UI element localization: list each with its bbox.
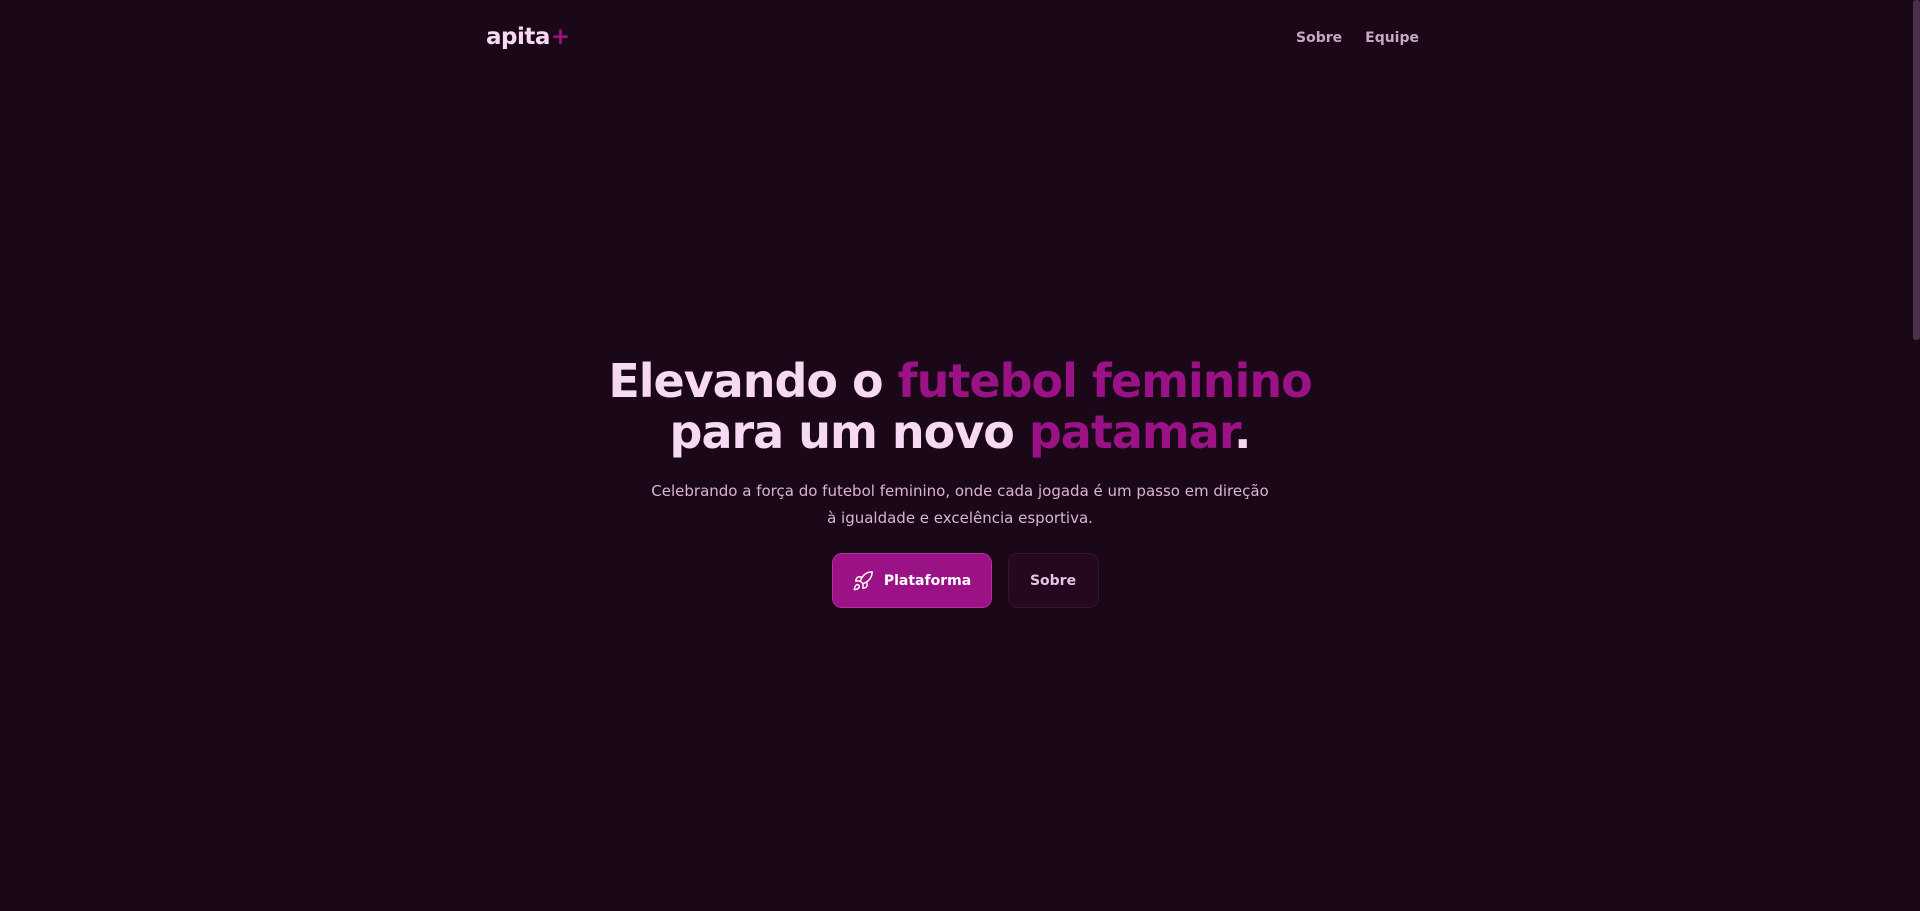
hero-headline: Elevando o futebol feminino para um novo… [0,356,1920,458]
nav-link-about[interactable]: Sobre [1296,30,1342,46]
about-button-label: Sobre [1029,572,1077,589]
about-button[interactable]: Sobre [1007,553,1099,608]
rocket-icon [852,570,874,592]
hero-actions: Plataforma Sobre [10,553,1920,608]
platform-button[interactable]: Plataforma [831,553,992,608]
logo-plus-icon: + [550,24,571,50]
subtitle-line-2: à igualdade e excelência esportiva. [827,509,1093,527]
headline-part-1: Elevando o [608,354,898,408]
headline-part-2: para um novo [669,405,1029,459]
headline-accent-2: patamar [1028,405,1235,459]
platform-button-label: Plataforma [883,572,972,589]
logo-text: apita [486,24,550,50]
hero-subtitle: Celebrando a força do futebol feminino, … [600,478,1320,532]
hero-section: Elevando o futebol feminino para um novo… [0,356,1920,608]
headline-accent-1: futebol feminino [897,354,1313,408]
site-header: apita + Sobre Equipe [486,0,1419,80]
nav-link-team[interactable]: Equipe [1365,30,1419,46]
subtitle-line-1: Celebrando a força do futebol feminino, … [651,482,1269,500]
main-nav: Sobre Equipe [1296,30,1419,46]
landing-page: apita + Sobre Equipe Elevando o futebol … [0,0,1920,911]
headline-period: . [1233,405,1252,459]
page-scrollbar[interactable] [1913,0,1920,340]
logo[interactable]: apita + [486,24,570,50]
